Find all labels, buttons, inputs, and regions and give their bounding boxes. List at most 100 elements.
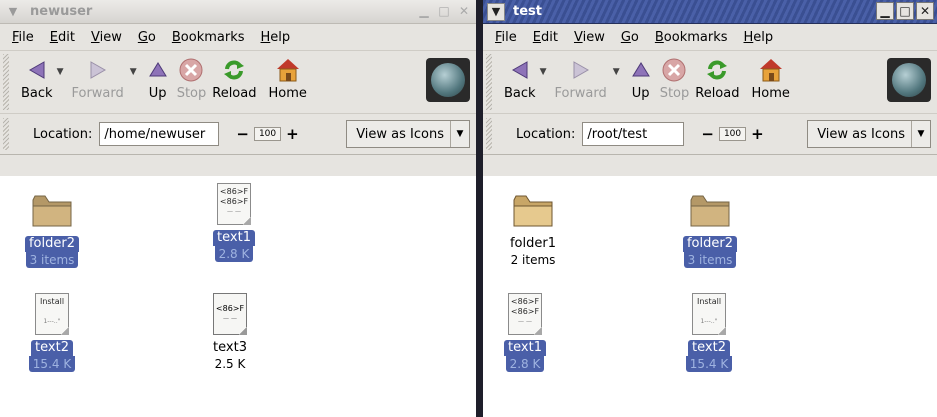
file-item-folder2[interactable]: folder2 3 items (2, 184, 102, 268)
dropdown-arrow-icon: ▼ (911, 121, 930, 147)
title-bar[interactable]: ▼ test ▁ □ ✕ (483, 0, 937, 24)
up-arrow-icon (147, 57, 169, 83)
back-button[interactable]: Back (21, 57, 53, 101)
file-item-text3[interactable]: <86>F — — text3 2.5 K (180, 288, 280, 372)
file-preview-line: <86>F (215, 304, 245, 313)
zoom-out-button[interactable]: − (233, 125, 252, 143)
reload-icon (221, 57, 247, 83)
location-grip[interactable] (3, 118, 9, 150)
window-title: newuser (30, 4, 93, 19)
file-info: 2.8 K (505, 356, 545, 372)
menu-help[interactable]: Help (253, 30, 299, 45)
location-input[interactable] (99, 122, 220, 146)
back-button[interactable]: Back (504, 57, 536, 101)
file-name: text2 (688, 340, 730, 356)
menu-edit[interactable]: Edit (42, 30, 83, 45)
stop-label: Stop (659, 86, 690, 101)
back-history-dropdown-icon[interactable]: ▼ (540, 67, 547, 77)
menu-file[interactable]: File (4, 30, 42, 45)
toolbar-grip[interactable] (486, 54, 492, 110)
minimize-button[interactable]: ▁ (415, 2, 433, 20)
home-icon (275, 57, 301, 83)
home-button[interactable]: Home (751, 57, 790, 101)
menu-bookmarks[interactable]: Bookmarks (164, 30, 253, 45)
zoom-out-button[interactable]: − (698, 125, 717, 143)
forward-label: Forward (554, 86, 607, 101)
menu-view[interactable]: View (83, 30, 130, 45)
zoom-level[interactable]: 100 (718, 127, 747, 141)
reload-label: Reload (695, 86, 740, 101)
file-item-text2[interactable]: Install 1---‥" text2 15.4 K (659, 288, 759, 372)
text-file-icon: <86>F — — (213, 288, 247, 340)
view-as-label: View as Icons (356, 126, 444, 142)
mnemonic: V (573, 29, 583, 45)
toolbar-grip[interactable] (3, 54, 9, 110)
window-separator (476, 0, 483, 417)
menu-label: elp (753, 29, 774, 45)
stop-button[interactable]: Stop (659, 57, 690, 101)
menu-bar: File Edit View Go Bookmarks Help (483, 24, 937, 51)
zoom-in-button[interactable]: + (283, 125, 302, 143)
menu-edit[interactable]: Edit (525, 30, 566, 45)
view-as-select[interactable]: View as Icons ▼ (346, 120, 470, 148)
file-item-folder1[interactable]: folder1 2 items (483, 184, 583, 268)
home-icon (758, 57, 784, 83)
menu-go[interactable]: Go (130, 30, 164, 45)
window-title: test (513, 4, 542, 19)
mnemonic: E (532, 29, 541, 45)
file-name: text1 (213, 230, 255, 246)
forward-button[interactable]: Forward (554, 57, 607, 101)
file-view[interactable]: folder2 3 items <86>F <86>F — — text1 2.8 … (0, 176, 476, 417)
view-as-select[interactable]: View as Icons ▼ (807, 120, 931, 148)
toolbar: Back ▼ Forward ▼ Up Stop Reload Home (0, 51, 476, 114)
up-button[interactable]: Up (630, 57, 652, 101)
file-item-text1[interactable]: <86>F <86>F — — text1 2.8 K (483, 288, 575, 372)
file-name: text2 (31, 340, 73, 356)
zoom-in-button[interactable]: + (748, 125, 767, 143)
file-item-folder2[interactable]: folder2 3 items (660, 184, 760, 268)
stop-button[interactable]: Stop (177, 57, 206, 101)
file-info: 3 items (683, 252, 737, 268)
maximize-button[interactable]: □ (435, 2, 453, 20)
menu-label: dit (541, 29, 558, 45)
maximize-button[interactable]: □ (896, 2, 914, 20)
title-bar[interactable]: ▼ newuser ▁ □ ✕ (0, 0, 476, 24)
file-preview-line: <86>F (219, 187, 249, 196)
file-item-text1[interactable]: <86>F <86>F — — text1 2.8 K (184, 178, 284, 262)
forward-button[interactable]: Forward (71, 57, 124, 101)
forward-arrow-icon (87, 57, 109, 83)
menu-label: ookmarks (180, 29, 245, 45)
back-history-dropdown-icon[interactable]: ▼ (57, 67, 64, 77)
home-button[interactable]: Home (268, 57, 307, 101)
file-name: text3 (213, 340, 247, 355)
menu-view[interactable]: View (566, 30, 613, 45)
forward-history-dropdown-icon[interactable]: ▼ (130, 67, 137, 77)
close-button[interactable]: ✕ (455, 2, 473, 20)
activity-throbber (887, 58, 931, 102)
file-info: 3 items (25, 252, 79, 268)
file-view[interactable]: folder1 2 items folder2 3 items <86>F <86… (483, 176, 937, 417)
menu-file[interactable]: File (487, 30, 525, 45)
reload-button[interactable]: Reload (695, 57, 739, 101)
text-file-icon: <86>F <86>F — — (508, 288, 542, 340)
window-menu-icon[interactable]: ▼ (487, 2, 505, 21)
menu-bookmarks[interactable]: Bookmarks (647, 30, 736, 45)
menu-go[interactable]: Go (613, 30, 647, 45)
reload-button[interactable]: Reload (212, 57, 256, 101)
up-button[interactable]: Up (147, 57, 169, 101)
view-as-label: View as Icons (817, 126, 905, 142)
file-preview-line: <86>F (510, 297, 540, 306)
file-item-text2[interactable]: Install 1---‥" text2 15.4 K (2, 288, 102, 372)
location-grip[interactable] (486, 118, 492, 150)
menu-label: dit (58, 29, 75, 45)
minimize-button[interactable]: ▁ (876, 2, 894, 20)
menu-help[interactable]: Help (736, 30, 782, 45)
mnemonic: B (654, 29, 664, 45)
close-button[interactable]: ✕ (916, 2, 934, 20)
forward-history-dropdown-icon[interactable]: ▼ (613, 67, 620, 77)
menu-label: iew (582, 29, 605, 45)
back-label: Back (21, 86, 53, 101)
window-menu-icon[interactable]: ▼ (4, 3, 22, 21)
location-input[interactable] (582, 122, 685, 146)
zoom-level[interactable]: 100 (253, 127, 282, 141)
